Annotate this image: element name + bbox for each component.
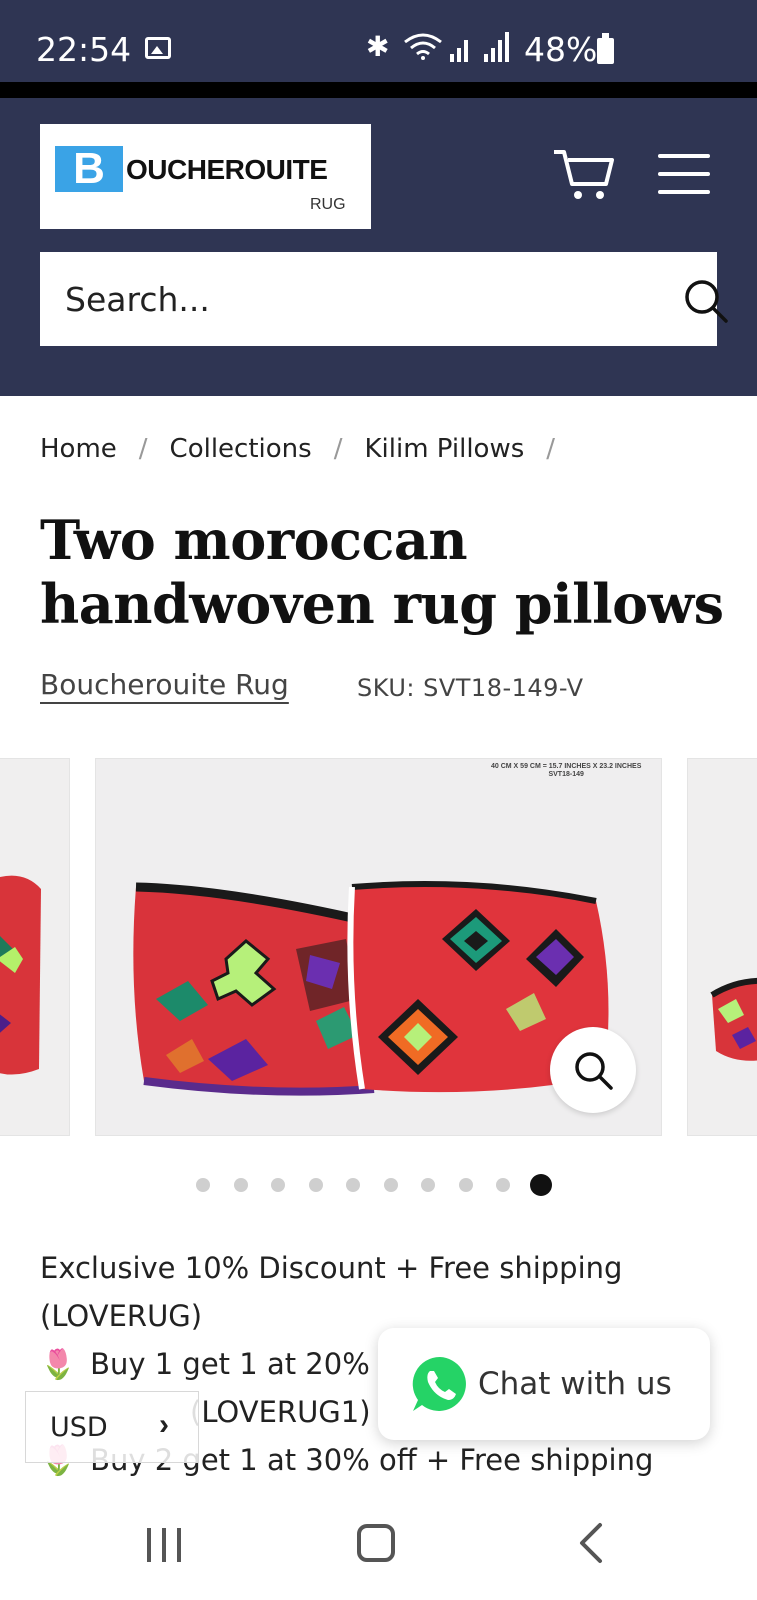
zoom-button[interactable] [550,1027,636,1113]
chat-with-us-button[interactable]: Chat with us [378,1328,710,1440]
carousel-pagination [196,1173,576,1197]
product-title: Two moroccan handwoven rug pillows [40,508,724,636]
zoom-icon [575,1052,613,1090]
carousel-dot[interactable] [233,1178,248,1192]
breadcrumb: Home / Collections / Kilim Pillows / [40,434,577,464]
back-button[interactable] [578,1522,604,1564]
carousel-dot[interactable] [383,1178,398,1192]
carousel-dot[interactable] [196,1178,210,1192]
status-bar: 22:54 ✱ 48% [0,0,757,82]
search-icon[interactable] [683,278,729,324]
chat-label: Chat with us [478,1366,672,1402]
image-notification-icon [145,37,171,59]
wifi-icon [404,33,442,60]
next-slide-image[interactable] [687,758,757,1136]
breadcrumb-kilim-pillows[interactable]: Kilim Pillows [364,434,524,464]
vendor-link[interactable]: Boucherouite Rug [40,668,289,701]
search-bar [40,252,728,346]
logo-sub: RUG [310,196,346,213]
breadcrumb-collections[interactable]: Collections [170,434,312,464]
carousel-dot[interactable] [271,1178,285,1192]
product-sku: SKU: SVT18-149-V [357,674,584,702]
tulip-icon: 🌷 [40,1347,77,1381]
status-time: 22:54 [36,30,132,69]
breadcrumb-home[interactable]: Home [40,434,117,464]
menu-icon[interactable] [658,154,712,194]
carousel-dot[interactable] [308,1178,323,1192]
chevron-right-icon: › [159,1408,169,1441]
battery-percent: 48% [524,30,598,69]
bluetooth-icon: ✱ [366,31,390,62]
recent-apps-button[interactable] [147,1528,185,1562]
site-header: B OUCHEROUITE RUG [0,98,757,396]
carousel-dot[interactable] [421,1178,435,1192]
breadcrumb-separator: / [546,434,556,464]
carousel-dot[interactable] [346,1178,360,1192]
search-input[interactable] [40,252,640,346]
divider [0,82,757,98]
home-button[interactable] [357,1524,395,1562]
promo-line: Exclusive 10% Discount + Free shipping (… [40,1251,623,1333]
product-image-carousel[interactable]: 40 CM X 59 CM = 15.7 INCHES X 23.2 INCHE… [0,758,757,1138]
logo-name: OUCHEROUITE [126,154,328,185]
breadcrumb-separator: / [138,434,148,464]
carousel-dot[interactable] [458,1178,473,1192]
currency-code: USD [50,1412,108,1443]
system-nav-bar [0,1486,757,1600]
image-dimension-caption: 40 CM X 59 CM = 15.7 INCHES X 23.2 INCHE… [491,763,642,778]
whatsapp-icon [412,1356,466,1411]
carousel-dot[interactable] [529,1174,552,1196]
cart-icon[interactable] [552,148,616,202]
previous-slide-image[interactable] [0,758,70,1136]
breadcrumb-separator: / [333,434,343,464]
battery-icon [597,33,614,64]
logo-letter: B [55,146,123,192]
site-logo[interactable]: B OUCHEROUITE RUG [40,124,371,229]
carousel-dot[interactable] [496,1178,510,1192]
signal-icon [450,32,509,62]
currency-selector[interactable]: USD › [25,1391,199,1463]
